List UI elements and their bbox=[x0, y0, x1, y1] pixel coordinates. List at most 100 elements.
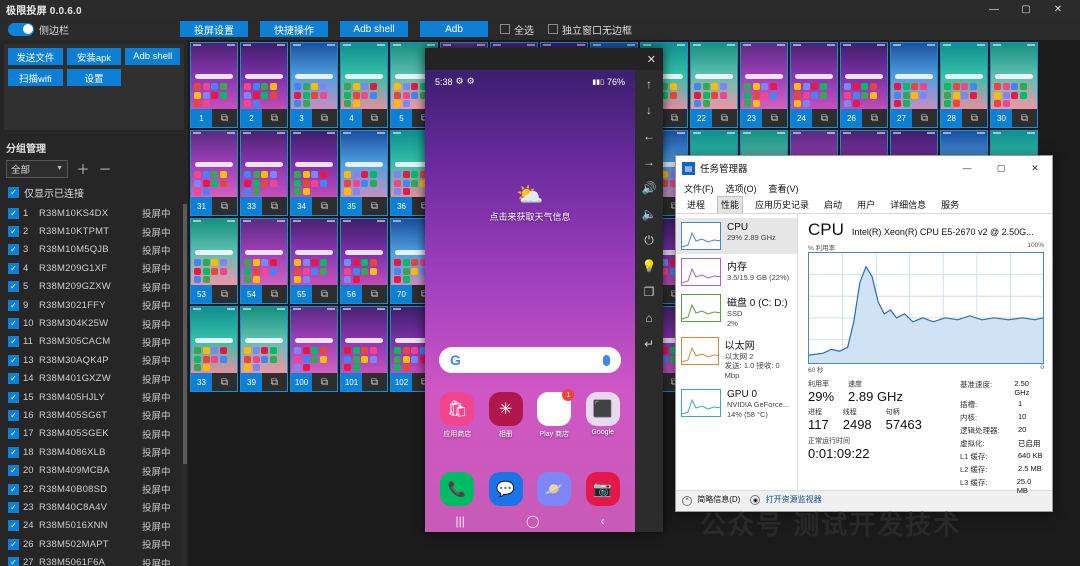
device-thumbnail[interactable]: 30 ⧉ bbox=[990, 42, 1038, 128]
device-list-item[interactable]: ✓ 17 R38M405SGEK 投屏中 bbox=[0, 425, 188, 443]
adb-shell-button[interactable]: Adb shell bbox=[340, 21, 408, 37]
app-glyph-icon[interactable]: ✳ bbox=[488, 392, 523, 426]
back-button[interactable]: ‹ bbox=[600, 514, 604, 528]
up-arrow-icon[interactable]: ↑ bbox=[638, 74, 660, 94]
tm-tab-性能[interactable]: 性能 bbox=[717, 196, 744, 213]
external-link-icon[interactable]: ⧉ bbox=[662, 113, 687, 124]
internet-icon[interactable]: 🪐 bbox=[537, 472, 572, 506]
device-checkbox[interactable]: ✓ bbox=[8, 538, 19, 550]
device-list-item[interactable]: ✓ 23 R38M40C8A4V 投屏中 bbox=[0, 498, 188, 516]
close-button[interactable]: ✕ bbox=[1042, 0, 1074, 18]
thumbnail-number[interactable]: 5 bbox=[391, 109, 412, 127]
device-list-item[interactable]: ✓ 24 R38M5016XNN 投屏中 bbox=[0, 517, 188, 535]
external-link-icon[interactable]: ⧉ bbox=[262, 377, 287, 388]
borderless-window-checkbox[interactable]: 独立窗口无边框 bbox=[548, 22, 632, 37]
device-thumbnail[interactable]: 55 ⧉ bbox=[290, 218, 338, 304]
device-checkbox[interactable]: ✓ bbox=[8, 501, 19, 513]
device-thumbnail[interactable]: 28 ⧉ bbox=[940, 42, 988, 128]
external-link-icon[interactable]: ⧉ bbox=[362, 201, 387, 212]
device-checkbox[interactable]: ✓ bbox=[8, 262, 19, 274]
thumbnail-number[interactable]: 35 bbox=[341, 197, 362, 215]
device-checkbox[interactable]: ✓ bbox=[8, 318, 19, 330]
scan-wifi-button[interactable]: 扫描wifi bbox=[8, 69, 63, 86]
external-link-icon[interactable]: ⧉ bbox=[312, 377, 337, 388]
scrollbar-thumb[interactable] bbox=[183, 204, 187, 464]
dock-app-camera[interactable]: 📷 bbox=[585, 472, 620, 506]
recents-button[interactable]: ||| bbox=[456, 514, 465, 528]
light-icon[interactable]: 💡 bbox=[638, 256, 660, 276]
home-button[interactable]: ◯ bbox=[526, 514, 539, 528]
thumbnail-number[interactable]: 24 bbox=[791, 109, 812, 127]
maximize-button[interactable]: ▢ bbox=[1010, 0, 1042, 18]
device-thumbnail[interactable]: 53 ⧉ bbox=[190, 218, 238, 304]
device-thumbnail[interactable]: 101 ⧉ bbox=[340, 306, 388, 392]
device-thumbnail[interactable]: 1 ⧉ bbox=[190, 42, 238, 128]
device-checkbox[interactable]: ✓ bbox=[8, 446, 19, 458]
google-search-bar[interactable]: G bbox=[439, 347, 621, 373]
external-link-icon[interactable]: ⧉ bbox=[312, 201, 337, 212]
resource-item[interactable]: 以太网 以太网 2 发送: 1.0 接收: 0 Mbp bbox=[676, 333, 797, 385]
device-thumbnail[interactable]: 54 ⧉ bbox=[240, 218, 288, 304]
microphone-icon[interactable] bbox=[603, 354, 610, 366]
phone-app-icon[interactable]: ▶ 1 Play 商店 bbox=[533, 389, 575, 439]
device-checkbox[interactable]: ✓ bbox=[8, 373, 19, 385]
thumbnail-number[interactable]: 3 bbox=[291, 109, 312, 127]
phone-app-icon[interactable]: ⬛ Google bbox=[582, 392, 624, 439]
weather-widget[interactable]: ⛅ 点击来获取天气信息 bbox=[425, 182, 635, 223]
device-checkbox[interactable]: ✓ bbox=[8, 428, 19, 440]
device-list-item[interactable]: ✓ 1 R38M10KS4DX 投屏中 bbox=[0, 204, 188, 222]
device-thumbnail[interactable]: 39⧉ bbox=[240, 306, 288, 392]
install-apk-button[interactable]: 安装apk bbox=[66, 48, 122, 65]
device-thumbnail[interactable]: 22 ⧉ bbox=[690, 42, 738, 128]
thumbnail-number[interactable]: 22 bbox=[691, 109, 712, 127]
thumbnail-number[interactable]: 102 bbox=[391, 373, 412, 391]
left-arrow-icon[interactable]: ← bbox=[638, 126, 660, 146]
right-arrow-icon[interactable]: → bbox=[638, 152, 660, 172]
thumbnail-number[interactable]: 54 bbox=[241, 285, 262, 303]
camera-icon[interactable]: 📷 bbox=[585, 472, 620, 506]
thumbnail-number[interactable]: 23 bbox=[741, 109, 762, 127]
external-link-icon[interactable]: ⧉ bbox=[762, 113, 787, 124]
device-checkbox[interactable]: ✓ bbox=[8, 409, 19, 421]
resource-item[interactable]: 磁盘 0 (C: D:) SSD 2% bbox=[676, 290, 797, 333]
thumbnail-number[interactable]: 30 bbox=[991, 109, 1012, 127]
device-thumbnail[interactable]: 33 ⧉ bbox=[190, 306, 238, 392]
sidebar-toggle[interactable]: 侧边栏 bbox=[0, 22, 180, 37]
switch-app-icon[interactable]: ❐ bbox=[638, 282, 660, 302]
thumbnail-number[interactable]: 55 bbox=[291, 285, 312, 303]
device-thumbnail[interactable]: 27 ⧉ bbox=[890, 42, 938, 128]
tm-tab-用户[interactable]: 用户 bbox=[854, 197, 878, 213]
device-checkbox[interactable]: ✓ bbox=[8, 281, 19, 293]
phone-screen[interactable]: 5:38 ⚙ ⚙ ▮▮▯ 76% ⛅ 点击来获取天气信息 G 🛍 应用商店 ✳ … bbox=[425, 70, 635, 532]
thumbnail-number[interactable]: 26 bbox=[841, 109, 862, 127]
device-list-item[interactable]: ✓ 2 R38M10KTPMT 投屏中 bbox=[0, 222, 188, 240]
device-thumbnail[interactable]: 24 ⧉ bbox=[790, 42, 838, 128]
brief-info-button[interactable]: ^ 简略信息(D) bbox=[682, 494, 740, 506]
dock-app-internet[interactable]: 🪐 bbox=[537, 472, 572, 506]
device-thumbnail[interactable]: 4 ⧉ bbox=[340, 42, 388, 128]
device-checkbox[interactable]: ✓ bbox=[8, 483, 19, 495]
device-thumbnail[interactable]: 23 ⧉ bbox=[740, 42, 788, 128]
app-glyph-icon[interactable]: ⬛ bbox=[585, 392, 620, 426]
tm-close-button[interactable]: ✕ bbox=[1018, 156, 1052, 180]
tm-tab-进程[interactable]: 进程 bbox=[684, 197, 708, 213]
external-link-icon[interactable]: ⧉ bbox=[362, 113, 387, 124]
device-list-item[interactable]: ✓ 14 R38M401GXZW 投屏中 bbox=[0, 370, 188, 388]
tm-minimize-button[interactable]: — bbox=[950, 156, 984, 180]
messages-icon[interactable]: 💬 bbox=[488, 472, 523, 506]
device-list-item[interactable]: ✓ 9 R38M3021FFY 投屏中 bbox=[0, 296, 188, 314]
group-select[interactable]: 全部 ▼ bbox=[6, 159, 68, 178]
thumbnail-number[interactable]: 34 bbox=[291, 197, 312, 215]
device-checkbox[interactable]: ✓ bbox=[8, 557, 19, 566]
menu-options[interactable]: 选项(O) bbox=[726, 182, 757, 195]
toggle-switch-icon[interactable] bbox=[8, 22, 34, 36]
resource-item[interactable]: CPU 29% 2.89 GHz bbox=[676, 218, 797, 254]
external-link-icon[interactable]: ⧉ bbox=[212, 289, 237, 300]
device-thumbnail[interactable]: 31 ⧉ bbox=[190, 130, 238, 216]
settings-button[interactable]: 设置 bbox=[66, 69, 122, 86]
mirror-close-icon[interactable]: ✕ bbox=[647, 53, 656, 66]
thumbnail-number[interactable]: 1 bbox=[191, 109, 212, 127]
checkbox-checked-icon[interactable]: ✓ bbox=[8, 187, 19, 198]
external-link-icon[interactable]: ⧉ bbox=[312, 113, 337, 124]
send-file-button[interactable]: 发送文件 bbox=[8, 48, 63, 65]
